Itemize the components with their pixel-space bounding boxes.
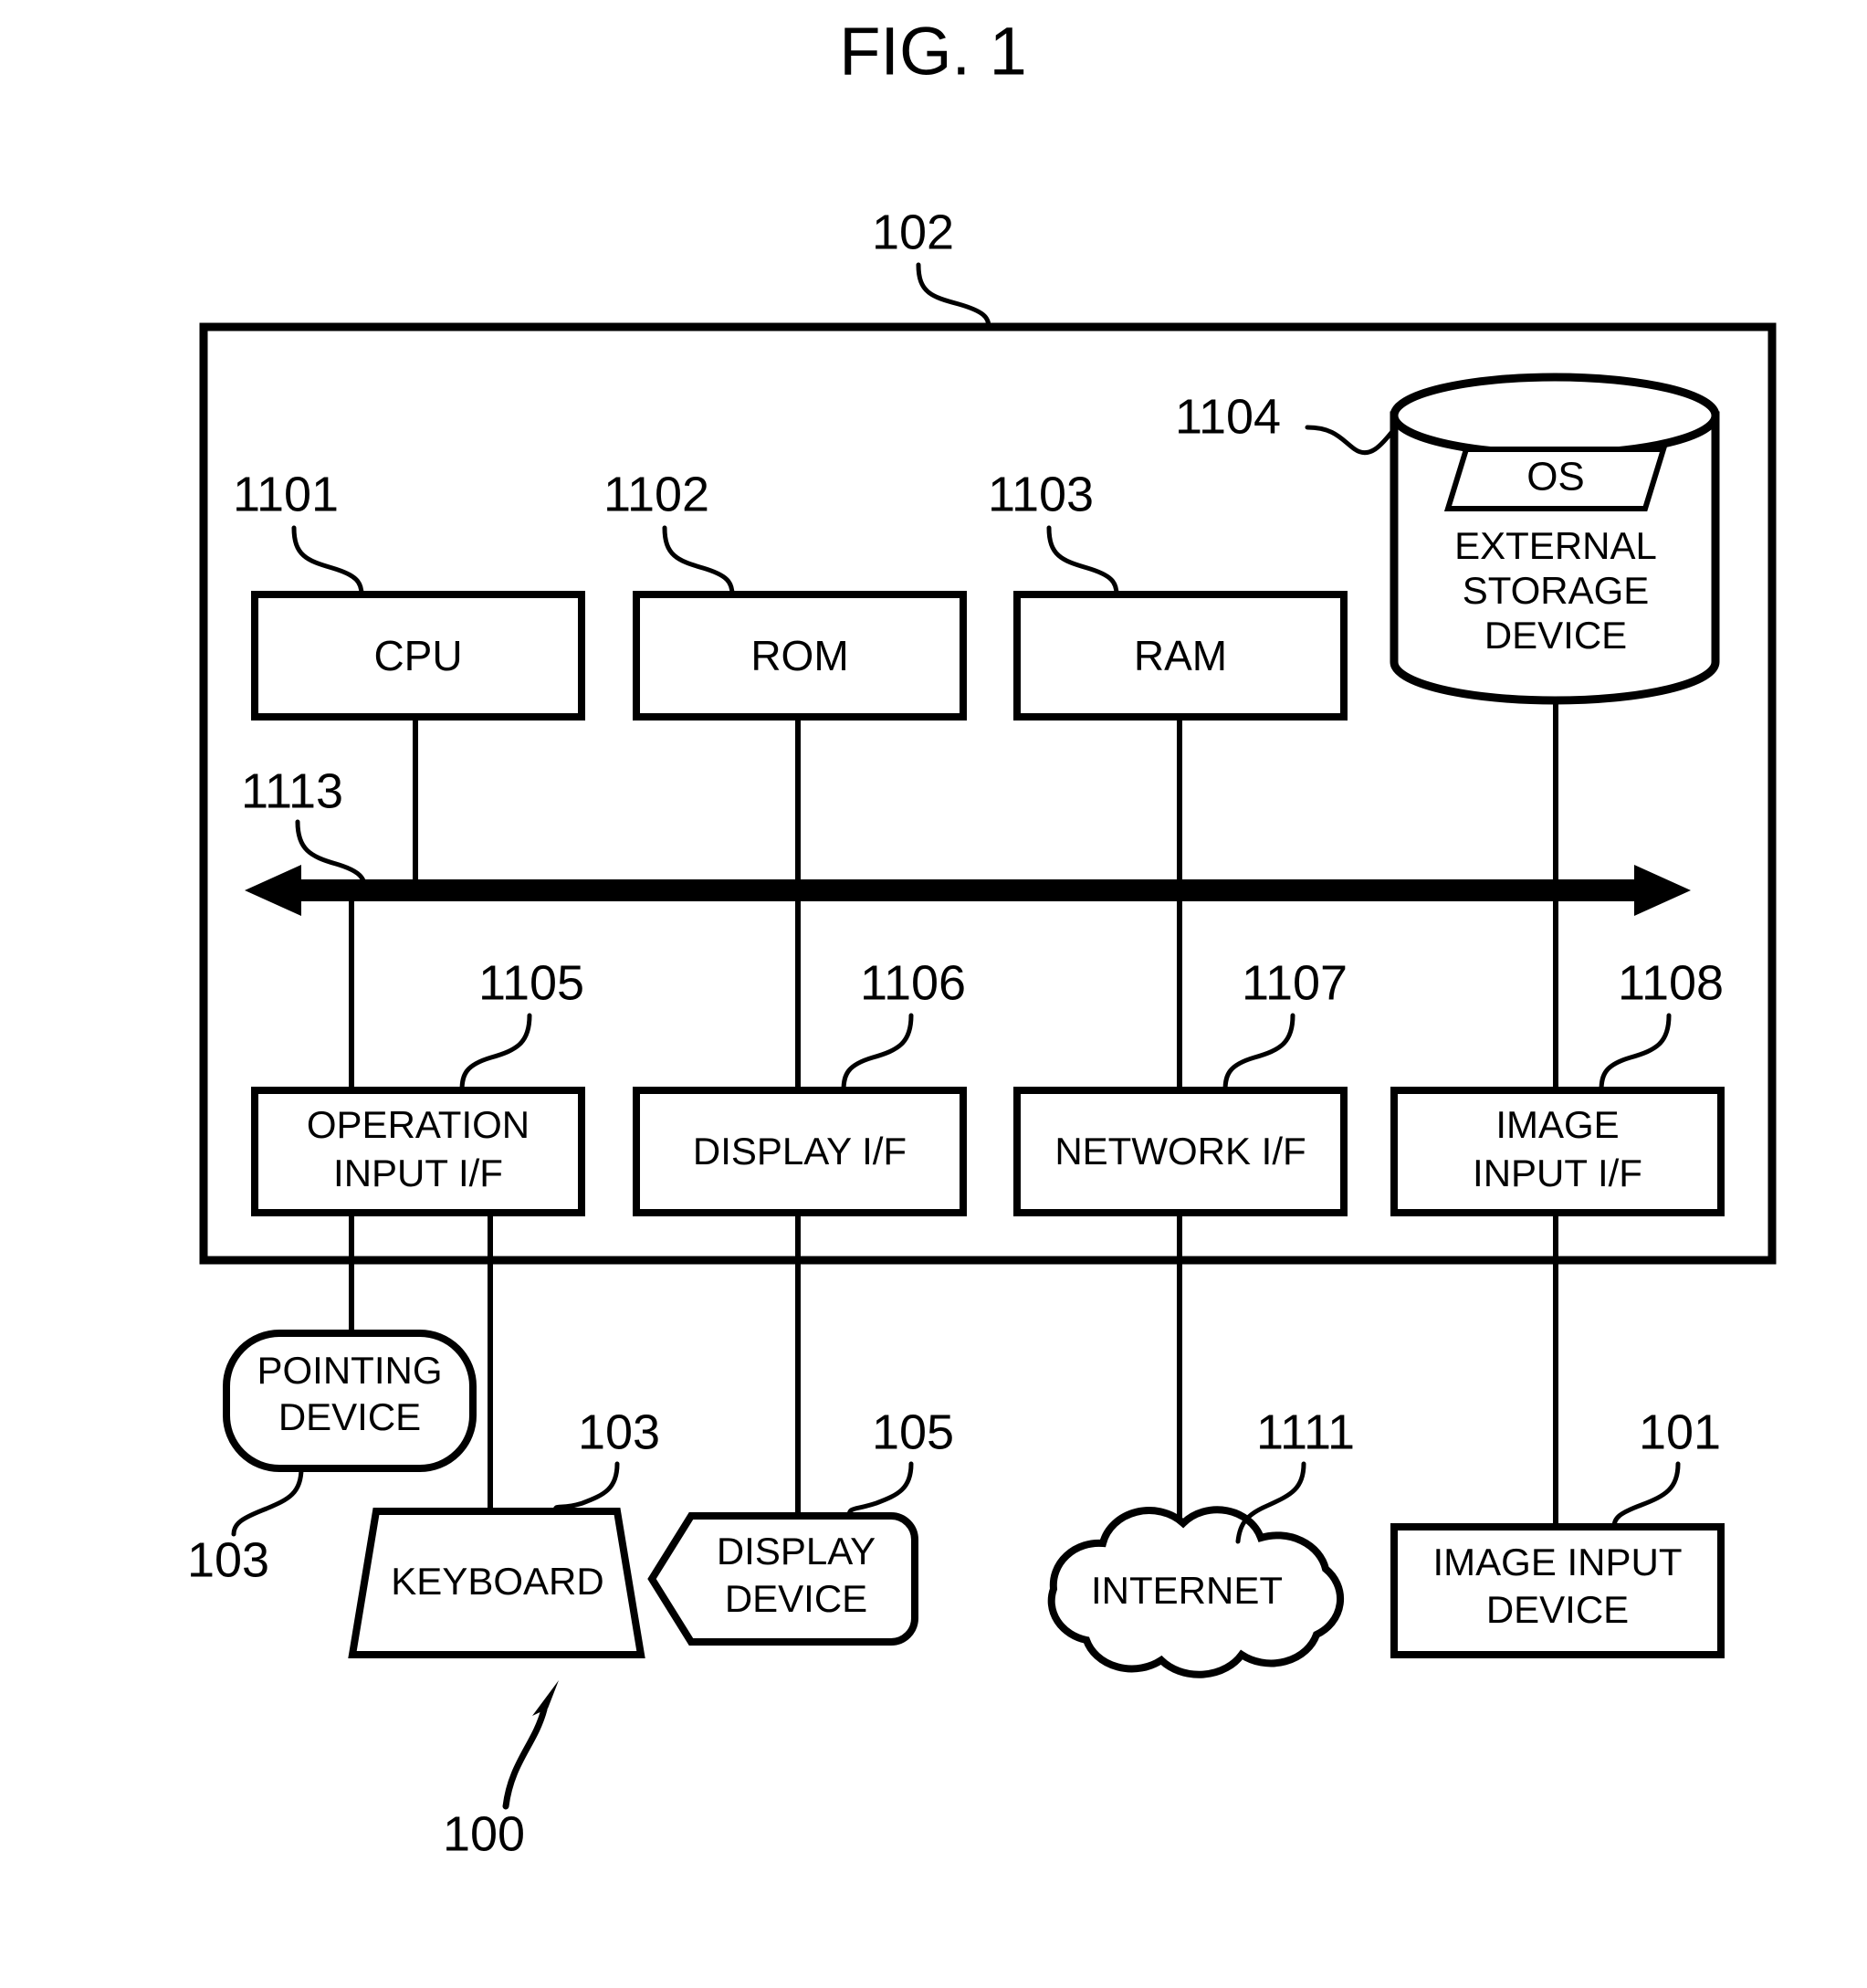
ref-1101-label: 1101 (233, 467, 339, 521)
pointing-device-label-line2: DEVICE (278, 1395, 421, 1438)
network-if-label-line1: NETWORK I/F (1054, 1130, 1306, 1173)
ref-103a-label: 103 (187, 1532, 269, 1587)
ref-1108-label: 1108 (1618, 955, 1724, 1010)
ref-103b-leader (552, 1461, 620, 1514)
keyboard-label: KEYBOARD (391, 1560, 603, 1603)
operation-input-if-label-line1: OPERATION (307, 1103, 530, 1146)
image-input-if-label-line1: IMAGE (1495, 1103, 1619, 1146)
image-input-if-block: IMAGE INPUT I/F (1390, 1087, 1725, 1216)
ram-block: RAM (1013, 591, 1348, 721)
ram-label: RAM (1134, 632, 1227, 679)
ref-101-label: 101 (1639, 1404, 1721, 1459)
ref-101-leader (1611, 1461, 1681, 1530)
ref-100-leader (502, 1706, 548, 1810)
cpu-label: CPU (373, 632, 462, 679)
ref-1111-label: 1111 (1256, 1404, 1355, 1459)
ref-103a-leader (231, 1466, 304, 1537)
ref-1102-leader (662, 525, 735, 597)
display-if-block: DISPLAY I/F (633, 1087, 967, 1216)
ref-100-label: 100 (443, 1806, 525, 1861)
ref-1105-leader (459, 1013, 532, 1093)
image-input-device-block: IMAGE INPUT DEVICE (1390, 1523, 1725, 1658)
ref-1107-leader (1222, 1013, 1295, 1093)
storage-label-line3: DEVICE (1484, 614, 1627, 657)
ref-1102-label: 1102 (603, 467, 709, 521)
ref-105-label: 105 (872, 1404, 954, 1459)
figure-root: FIG. 1 102 1113 CPU 1101 ROM 1102 RAM 11… (0, 0, 1867, 1988)
display-if-label-line1: DISPLAY I/F (693, 1130, 907, 1173)
display-device-label-line2: DEVICE (725, 1577, 867, 1620)
os-label: OS (1526, 455, 1585, 500)
system-ref-arrow (502, 1680, 559, 1810)
display-device-block: DISPLAY DEVICE (647, 1512, 918, 1646)
cpu-block: CPU (251, 591, 585, 721)
ref-1105-label: 1105 (478, 955, 584, 1010)
ref-1108-leader (1599, 1013, 1672, 1093)
ref-105-leader (846, 1461, 914, 1519)
block-diagram: FIG. 1 102 1113 CPU 1101 ROM 1102 RAM 11… (187, 14, 1777, 1861)
pointing-device-label-line1: POINTING (257, 1349, 442, 1392)
ref-1104-label: 1104 (1175, 389, 1281, 444)
operation-input-if-label-line2: INPUT I/F (333, 1152, 503, 1194)
ref-1101-leader (291, 525, 364, 597)
storage-label-line1: EXTERNAL (1454, 524, 1657, 567)
internet-label: INTERNET (1091, 1569, 1283, 1612)
image-input-device-label-line2: DEVICE (1486, 1588, 1629, 1631)
ref-100-arrowhead (532, 1680, 559, 1725)
ref-1106-label: 1106 (860, 955, 966, 1010)
network-if-block: NETWORK I/F (1013, 1087, 1348, 1216)
ref-102-label: 102 (872, 205, 954, 259)
external-storage-device: OS EXTERNAL STORAGE DEVICE (1390, 373, 1720, 705)
image-input-if-label-line2: INPUT I/F (1473, 1152, 1642, 1194)
ref-1106-leader (841, 1013, 914, 1093)
ref-1104-leader (1305, 425, 1397, 456)
operation-input-if-block: OPERATION INPUT I/F (251, 1087, 585, 1216)
figure-title: FIG. 1 (839, 14, 1027, 89)
ref-1103-leader (1046, 525, 1119, 597)
internet-cloud-block: INTERNET (1047, 1506, 1345, 1678)
rom-block: ROM (633, 591, 967, 721)
keyboard-block: KEYBOARD (348, 1508, 645, 1658)
system-bus (245, 865, 1691, 916)
image-input-device-label-line1: IMAGE INPUT (1432, 1541, 1682, 1583)
ref-1113-label: 1113 (241, 763, 343, 818)
ref-103b-label: 103 (578, 1404, 660, 1459)
storage-label-line2: STORAGE (1463, 569, 1650, 612)
ref-102-leader (916, 262, 991, 330)
ref-1107-label: 1107 (1242, 955, 1348, 1010)
display-device-label-line1: DISPLAY (717, 1530, 876, 1573)
ref-1103-label: 1103 (988, 467, 1094, 521)
pointing-device-block: POINTING DEVICE (223, 1330, 477, 1472)
rom-label: ROM (750, 632, 848, 679)
